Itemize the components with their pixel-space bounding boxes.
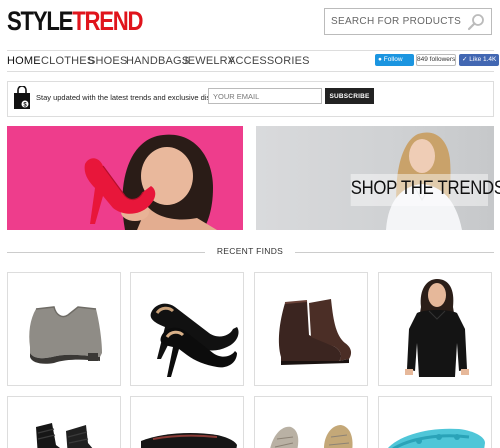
- product-card[interactable]: [378, 396, 492, 448]
- recent-finds-heading: RECENT FINDS: [216, 246, 284, 256]
- email-field[interactable]: [208, 88, 322, 104]
- newsletter-text: Stay updated with the latest trends and …: [36, 93, 235, 102]
- twitter-follower-count: 849 followers: [416, 54, 456, 66]
- main-nav: HOME CLOTHES SHOES HANDBAGS JEWELRY ACCE…: [7, 50, 499, 72]
- product-image-black-knit-top: [405, 279, 469, 377]
- product-image-grey-ankle-bootie: [29, 306, 102, 364]
- logo-part-style: STYLE: [7, 6, 73, 36]
- search-box: [324, 8, 492, 35]
- nav-item-handbags[interactable]: HANDBAGS: [126, 55, 189, 67]
- shop-the-trends-label[interactable]: SHOP THE TRENDS: [350, 174, 500, 206]
- banner-pink-heels[interactable]: [7, 126, 243, 230]
- twitter-follow-button[interactable]: ● Follow: [375, 54, 414, 66]
- product-card[interactable]: [378, 272, 492, 386]
- shopping-bag-icon: $: [14, 86, 30, 109]
- product-image-turquoise-sandal: [388, 428, 485, 448]
- product-image-black-slouch-boot: [36, 423, 93, 448]
- site-logo[interactable]: STYLETREND: [7, 6, 144, 37]
- product-card[interactable]: [7, 396, 121, 448]
- facebook-like-button[interactable]: ✓ Like 1.4K: [459, 54, 499, 66]
- section-divider-right: [295, 252, 494, 253]
- newsletter-bar: $ Stay updated with the latest trends an…: [7, 81, 494, 117]
- section-divider-left: [7, 252, 205, 253]
- header: STYLETREND: [0, 0, 500, 46]
- product-card[interactable]: [130, 396, 244, 448]
- facebook-like-label: Like 1.4K: [469, 56, 497, 63]
- product-image-black-pointed-flat: [141, 433, 237, 448]
- nav-item-clothes[interactable]: CLOTHES: [41, 55, 94, 67]
- product-card[interactable]: [254, 272, 368, 386]
- twitter-follow-label: Follow: [383, 56, 403, 63]
- twitter-bird-icon: ●: [378, 56, 382, 63]
- subscribe-button[interactable]: SUBSCRIBE: [325, 88, 374, 104]
- search-icon[interactable]: [467, 13, 485, 31]
- product-image-metallic-snake-flat: [270, 425, 353, 448]
- nav-item-home[interactable]: HOME: [7, 55, 41, 67]
- product-card[interactable]: [7, 272, 121, 386]
- product-card[interactable]: [254, 396, 368, 448]
- nav-item-shoes[interactable]: SHOES: [88, 55, 128, 67]
- logo-part-trend: TREND: [72, 6, 143, 36]
- search-input[interactable]: [325, 9, 465, 34]
- product-card[interactable]: [130, 272, 244, 386]
- product-image-brown-chelsea-boot: [278, 299, 352, 365]
- thumbs-up-icon: ✓: [462, 56, 468, 63]
- nav-item-accessories[interactable]: ACCESSORIES: [228, 55, 310, 67]
- banner-photo-woman-kissing-shoe: [84, 134, 217, 230]
- product-image-black-patent-pump: [150, 303, 239, 377]
